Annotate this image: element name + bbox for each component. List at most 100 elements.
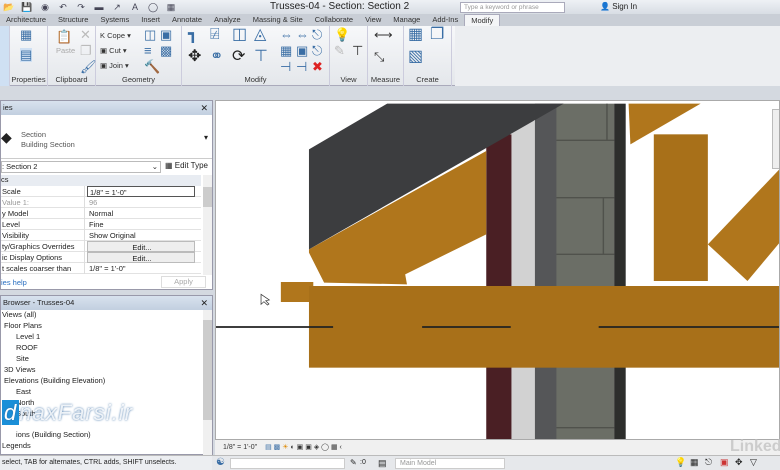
- undo-icon[interactable]: ↶: [57, 2, 69, 12]
- open-icon[interactable]: 📂: [3, 2, 15, 12]
- tab-view[interactable]: View: [359, 14, 387, 26]
- measure-along-icon[interactable]: ⤡: [374, 50, 384, 64]
- sun-path-icon[interactable]: ☀: [282, 444, 288, 451]
- detail-level-icon[interactable]: ▤: [265, 444, 272, 451]
- select-pinned-icon[interactable]: ⎋: [705, 457, 712, 468]
- diagonal-web[interactable]: [707, 168, 780, 281]
- air-gap-layer[interactable]: [511, 121, 535, 440]
- workset-dropdown[interactable]: [230, 458, 345, 469]
- split-gap-icon[interactable]: ⇔: [296, 28, 309, 42]
- tree-item[interactable]: Views (all): [2, 310, 36, 319]
- close-icon[interactable]: ✕: [200, 296, 208, 310]
- select-by-face-icon[interactable]: ▣: [720, 457, 729, 468]
- analytical-model-icon[interactable]: ▦: [331, 444, 338, 451]
- tree-item[interactable]: Floor Plans: [4, 321, 42, 330]
- display-options-edit-button[interactable]: Edit...: [87, 252, 195, 263]
- properties-help-link[interactable]: ies help: [1, 278, 27, 287]
- cut-profile-icon[interactable]: ≡: [144, 44, 152, 58]
- hide-icon[interactable]: 💡: [334, 28, 350, 42]
- tab-annotate[interactable]: Annotate: [166, 14, 208, 26]
- navigation-bar[interactable]: [772, 109, 779, 169]
- search-input[interactable]: Type a keyword or phrase: [460, 2, 565, 13]
- vg-overrides-edit-button[interactable]: Edit...: [87, 241, 195, 252]
- copy-icon[interactable]: ❐: [80, 44, 92, 58]
- cut-clip-icon[interactable]: ✕: [80, 28, 91, 42]
- tree-item[interactable]: Legends: [2, 441, 31, 450]
- properties-icon[interactable]: ▤: [20, 48, 33, 62]
- apply-button[interactable]: Apply: [161, 276, 206, 288]
- type-properties-icon[interactable]: ▦: [20, 28, 32, 42]
- visual-style-icon[interactable]: ▩: [274, 444, 281, 451]
- view-scale[interactable]: 1/8" = 1'-0": [223, 444, 257, 451]
- select-underlay-icon[interactable]: ▦: [690, 457, 699, 468]
- tab-architecture[interactable]: Architecture: [0, 14, 52, 26]
- tab-add-ins[interactable]: Add-Ins: [426, 14, 464, 26]
- mirror-axis-icon[interactable]: ◫: [232, 27, 247, 43]
- collapse-icon[interactable]: ‹: [340, 444, 342, 451]
- browser-scrollbar[interactable]: [203, 310, 212, 455]
- text-icon[interactable]: A: [129, 2, 141, 12]
- tab-massing-site[interactable]: Massing & Site: [247, 14, 309, 26]
- create-group-icon[interactable]: ▧: [408, 49, 423, 65]
- paste-icon[interactable]: 📋: [56, 30, 72, 44]
- array-icon[interactable]: ▦: [280, 44, 292, 58]
- tag-icon[interactable]: ↗: [111, 2, 123, 12]
- mirror-draw-icon[interactable]: ◬: [254, 27, 266, 43]
- editable-only-icon[interactable]: ✎: [350, 458, 357, 467]
- shadows-icon[interactable]: ◐: [290, 444, 294, 451]
- show-crop-icon[interactable]: ▣: [305, 444, 312, 451]
- split-face-icon[interactable]: ▣: [160, 28, 172, 42]
- match-properties-icon[interactable]: 🖌: [80, 60, 97, 74]
- reveal-hidden-icon[interactable]: ◯: [321, 444, 329, 451]
- wall-joins-icon[interactable]: ◫: [144, 28, 156, 42]
- section-view-drawing[interactable]: [216, 101, 780, 440]
- worksets-icon[interactable]: ☯: [216, 457, 225, 468]
- tab-analyze[interactable]: Analyze: [208, 14, 247, 26]
- rotate-icon[interactable]: ⟳: [232, 49, 245, 65]
- delete-icon[interactable]: ✖: [312, 60, 323, 74]
- measure-between-icon[interactable]: ⟷: [374, 28, 393, 42]
- drawing-canvas[interactable]: [215, 100, 780, 440]
- tab-collaborate[interactable]: Collaborate: [309, 14, 359, 26]
- override-icon[interactable]: ✎: [334, 44, 345, 58]
- tree-item[interactable]: Site: [16, 354, 29, 363]
- pin-icon[interactable]: ⎋: [312, 44, 322, 58]
- join-button[interactable]: ▣ Join ▾: [100, 61, 129, 70]
- tab-systems[interactable]: Systems: [94, 14, 135, 26]
- close-icon[interactable]: ✕: [200, 101, 208, 115]
- sync-icon[interactable]: ◉: [39, 2, 51, 12]
- filter-icon[interactable]: ▽: [750, 457, 757, 468]
- measure-icon[interactable]: ▬: [93, 2, 105, 12]
- select-links-icon[interactable]: 💡: [675, 457, 686, 468]
- tree-item[interactable]: ions (Building Section): [16, 430, 91, 439]
- crop-view-icon[interactable]: ▣: [297, 444, 304, 451]
- save-icon[interactable]: 💾: [21, 2, 33, 12]
- property-value[interactable]: 1/8" = 1'-0": [87, 263, 195, 274]
- trim-icon[interactable]: ⊤: [254, 49, 268, 65]
- design-option-dropdown[interactable]: Main Model: [395, 458, 505, 469]
- cope-button[interactable]: K Cope ▾: [100, 31, 131, 40]
- redo-icon[interactable]: ↷: [75, 2, 87, 12]
- create-assembly-icon[interactable]: ▦: [408, 27, 423, 43]
- 3d-view-icon[interactable]: ◯: [147, 2, 159, 12]
- tree-item[interactable]: ROOF: [16, 343, 38, 352]
- tab-modify[interactable]: Modify: [464, 13, 501, 27]
- offset-icon[interactable]: ⍯: [210, 27, 220, 43]
- paint-icon[interactable]: ▩: [160, 44, 172, 58]
- scale-icon[interactable]: ▣: [296, 44, 308, 58]
- tree-item[interactable]: East: [16, 387, 31, 396]
- properties-scrollbar[interactable]: [203, 175, 212, 275]
- property-value[interactable]: Show Original: [87, 230, 195, 241]
- property-value[interactable]: Normal: [87, 208, 195, 219]
- vertical-web[interactable]: [653, 134, 708, 281]
- edit-type-button[interactable]: ▦ Edit Type: [165, 161, 208, 170]
- drag-elements-icon[interactable]: ✥: [735, 457, 743, 468]
- interior-finish-layer[interactable]: [614, 103, 626, 440]
- tree-item[interactable]: Level 1: [16, 332, 40, 341]
- view-scale-input[interactable]: 1/8" = 1'-0": [87, 186, 195, 197]
- tab-manage[interactable]: Manage: [387, 14, 426, 26]
- tree-item[interactable]: 3D Views: [4, 365, 36, 374]
- linework-icon[interactable]: ⊤: [352, 44, 363, 58]
- design-options-icon[interactable]: ▤: [378, 458, 387, 469]
- beam-tab[interactable]: [280, 282, 314, 302]
